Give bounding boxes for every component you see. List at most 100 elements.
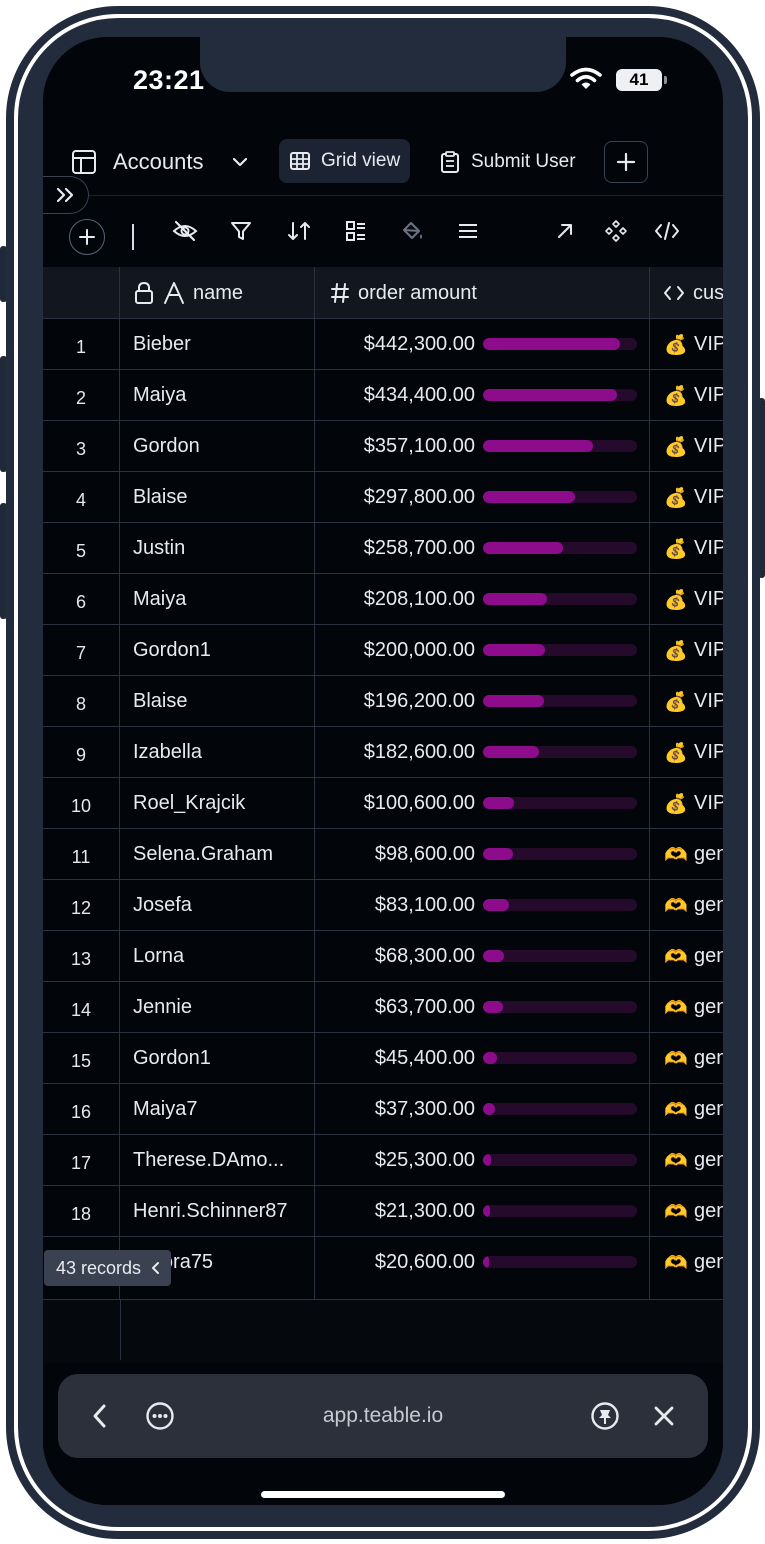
customer-level-cell[interactable]: 💰 VIP xyxy=(650,727,723,778)
name-cell[interactable]: Bieber xyxy=(120,319,315,370)
name-cell[interactable]: Josefa xyxy=(120,880,315,931)
amount-cell[interactable]: $63,700.00 xyxy=(315,982,650,1033)
add-view-button[interactable] xyxy=(604,141,648,183)
pin-button[interactable] xyxy=(589,1400,621,1432)
browser-menu-button[interactable] xyxy=(144,1400,176,1432)
name-cell[interactable]: Roel_Krajcik xyxy=(120,778,315,829)
customer-level-cell[interactable]: 💰 VIP xyxy=(650,370,723,421)
customer-level-cell[interactable]: 🫶 general xyxy=(650,880,723,931)
name-cell[interactable]: Maiya xyxy=(120,574,315,625)
table-row[interactable]: 8 Blaise $196,200.00 💰 VIP xyxy=(43,676,723,727)
row-number-header[interactable] xyxy=(43,267,120,319)
amount-cell[interactable]: $100,600.00 xyxy=(315,778,650,829)
table-row[interactable]: 5 Justin $258,700.00 💰 VIP xyxy=(43,523,723,574)
name-cell[interactable]: Gordon1 xyxy=(120,1033,315,1084)
table-row[interactable]: 11Selena.Graham $98,600.00 🫶 general xyxy=(43,829,723,880)
table-row[interactable]: 12Josefa $83,100.00 🫶 general xyxy=(43,880,723,931)
name-cell[interactable]: Izabella xyxy=(120,727,315,778)
name-cell[interactable]: Justin xyxy=(120,523,315,574)
amount-cell[interactable]: $297,800.00 xyxy=(315,472,650,523)
name-cell[interactable]: Lorna xyxy=(120,931,315,982)
close-button[interactable] xyxy=(648,1400,680,1432)
name-cell[interactable]: Selena.Graham xyxy=(120,829,315,880)
amount-cell[interactable]: $25,300.00 xyxy=(315,1135,650,1186)
table-row[interactable]: 16Maiya7 $37,300.00 🫶 general xyxy=(43,1084,723,1135)
table-row[interactable]: 1 Bieber $442,300.00 💰 VIP xyxy=(43,319,723,370)
name-cell[interactable]: Maiya7 xyxy=(120,1084,315,1135)
table-row[interactable]: 18Henri.Schinner87 $21,300.00 🫶 general xyxy=(43,1186,723,1237)
amount-cell[interactable]: $357,100.00 xyxy=(315,421,650,472)
customer-level-cell[interactable]: 💰 VIP xyxy=(650,676,723,727)
amount-cell[interactable]: $258,700.00 xyxy=(315,523,650,574)
customer-level-cell[interactable]: 💰 VIP xyxy=(650,472,723,523)
amount-cell[interactable]: $442,300.00 xyxy=(315,319,650,370)
table-row[interactable]: 7 Gordon1 $200,000.00 💰 VIP xyxy=(43,625,723,676)
name-cell[interactable]: Blaise xyxy=(120,472,315,523)
amount-cell[interactable]: $434,400.00 xyxy=(315,370,650,421)
amount-value: $45,400.00 xyxy=(374,1047,475,1069)
name-cell[interactable]: Therese.DAmo... xyxy=(120,1135,315,1186)
amount-cell[interactable]: $21,300.00 xyxy=(315,1186,650,1237)
customer-level-cell[interactable]: 🫶 general xyxy=(650,982,723,1033)
amount-cell[interactable]: $182,600.00 xyxy=(315,727,650,778)
table-row[interactable]: 3 Gordon $357,100.00 💰 VIP xyxy=(43,421,723,472)
amount-cell[interactable]: $200,000.00 xyxy=(315,625,650,676)
table-selector[interactable]: Accounts xyxy=(71,140,250,184)
customer-level-cell[interactable]: 💰 VIP xyxy=(650,625,723,676)
api-button[interactable] xyxy=(651,215,683,247)
hide-fields-button[interactable] xyxy=(169,215,201,247)
table-row[interactable]: 4 Blaise $297,800.00 💰 VIP xyxy=(43,472,723,523)
customer-level-cell[interactable]: 🫶 general xyxy=(650,1237,723,1288)
customer-level-cell[interactable]: 💰 VIP xyxy=(650,319,723,370)
add-record-button[interactable] xyxy=(69,219,105,255)
column-header-name[interactable]: name xyxy=(120,267,315,319)
table-row[interactable]: 17Therese.DAmo... $25,300.00 🫶 general xyxy=(43,1135,723,1186)
tab-grid-view[interactable]: Grid view xyxy=(279,139,411,183)
color-button[interactable] xyxy=(396,215,428,247)
filter-button[interactable] xyxy=(225,215,257,247)
customer-level-cell[interactable]: 🫶 general xyxy=(650,931,723,982)
customer-level-cell[interactable]: 🫶 general xyxy=(650,1033,723,1084)
table-row[interactable]: 2 Maiya $434,400.00 💰 VIP xyxy=(43,370,723,421)
expand-sidebar-button[interactable] xyxy=(43,176,89,214)
amount-cell[interactable]: $208,100.00 xyxy=(315,574,650,625)
name-cell[interactable]: Henri.Schinner87 xyxy=(120,1186,315,1237)
extensions-button[interactable] xyxy=(600,215,632,247)
column-title-customer-level: cus xyxy=(693,281,723,304)
customer-level-cell[interactable]: 💰 VIP xyxy=(650,421,723,472)
table-row[interactable]: 10 Roel_Krajcik $100,600.00 💰 VIP xyxy=(43,778,723,829)
name-cell[interactable]: Maiya xyxy=(120,370,315,421)
customer-level-cell[interactable]: 💰 VIP xyxy=(650,574,723,625)
customer-level-cell[interactable]: 🫶 general xyxy=(650,1084,723,1135)
amount-cell[interactable]: $45,400.00 xyxy=(315,1033,650,1084)
customer-level-cell[interactable]: 💰 VIP xyxy=(650,778,723,829)
back-button[interactable] xyxy=(84,1400,116,1432)
tab-submit-user[interactable]: Submit User xyxy=(439,140,576,184)
amount-cell[interactable]: $196,200.00 xyxy=(315,676,650,727)
amount-cell[interactable]: $68,300.00 xyxy=(315,931,650,982)
amount-cell[interactable]: $20,600.00 xyxy=(315,1237,650,1288)
name-cell[interactable]: Blaise xyxy=(120,676,315,727)
amount-cell[interactable]: $37,300.00 xyxy=(315,1084,650,1135)
row-height-button[interactable] xyxy=(452,215,484,247)
amount-cell[interactable]: $83,100.00 xyxy=(315,880,650,931)
column-header-customer-level[interactable]: cus xyxy=(650,267,723,319)
table-row[interactable]: 15Gordon1 $45,400.00 🫶 general xyxy=(43,1033,723,1084)
group-button[interactable] xyxy=(340,215,372,247)
share-button[interactable] xyxy=(549,215,581,247)
table-row[interactable]: 14Jennie $63,700.00 🫶 general xyxy=(43,982,723,1033)
table-row[interactable]: 13Lorna $68,300.00 🫶 general xyxy=(43,931,723,982)
sort-button[interactable] xyxy=(283,215,315,247)
table-row[interactable]: 9 Izabella $182,600.00 💰 VIP xyxy=(43,727,723,778)
records-count-badge[interactable]: 43 records xyxy=(44,1250,172,1286)
customer-level-cell[interactable]: 🫶 general xyxy=(650,1186,723,1237)
customer-level-cell[interactable]: 💰 VIP xyxy=(650,523,723,574)
customer-level-cell[interactable]: 🫶 general xyxy=(650,829,723,880)
name-cell[interactable]: Jennie xyxy=(120,982,315,1033)
amount-cell[interactable]: $98,600.00 xyxy=(315,829,650,880)
table-row[interactable]: 6 Maiya $208,100.00 💰 VIP xyxy=(43,574,723,625)
column-header-order-amount[interactable]: order amount xyxy=(315,267,650,319)
name-cell[interactable]: Gordon1 xyxy=(120,625,315,676)
name-cell[interactable]: Gordon xyxy=(120,421,315,472)
customer-level-cell[interactable]: 🫶 general xyxy=(650,1135,723,1186)
